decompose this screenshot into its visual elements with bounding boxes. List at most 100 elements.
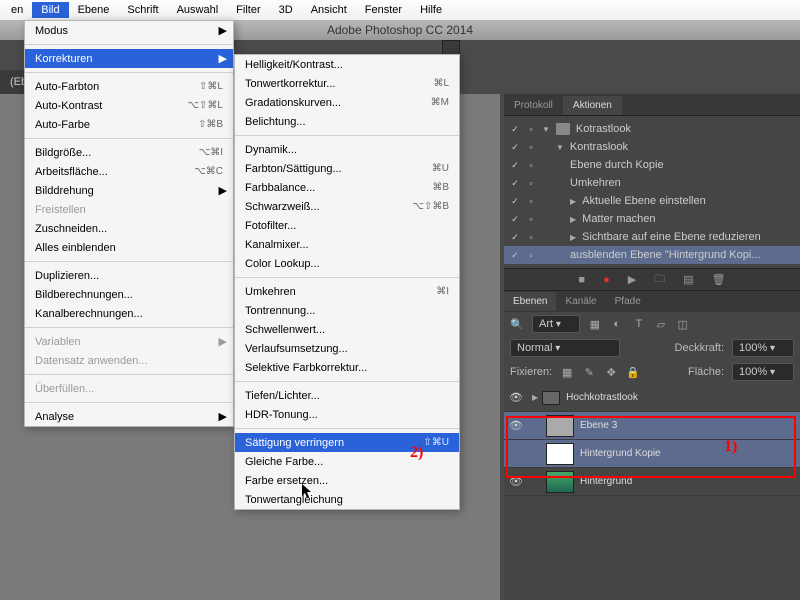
menuitem[interactable]: Kanalberechnungen... xyxy=(25,304,233,323)
actions-buttons[interactable]: ■ ● ▶ 🗀 ▤ 🗑 xyxy=(504,268,800,290)
menuitem[interactable]: Schwarzweiß...⌥⇧⌘B xyxy=(235,197,459,216)
annotation-2: 2) xyxy=(410,444,423,462)
layer-row[interactable]: 👁Hintergrund xyxy=(504,468,800,496)
action-row[interactable]: ✓▫▶Sichtbare auf eine Ebene reduzieren xyxy=(504,228,800,246)
korrekturen-submenu[interactable]: Helligkeit/Kontrast...Tonwertkorrektur..… xyxy=(234,54,460,510)
menuitem[interactable]: Analyse▶ xyxy=(25,407,233,426)
menuitem[interactable]: Alles einblenden xyxy=(25,238,233,257)
filter-smart-icon[interactable]: ◫ xyxy=(676,317,690,331)
menuitem[interactable]: Bildberechnungen... xyxy=(25,285,233,304)
menuitem[interactable]: Umkehren⌘I xyxy=(235,282,459,301)
action-row[interactable]: ✓▫▼Kotrastlook xyxy=(504,120,800,138)
filter-type-select[interactable]: Art ▾ xyxy=(532,315,580,333)
menuitem[interactable]: Farbbalance...⌘B xyxy=(235,178,459,197)
play-icon[interactable]: ▶ xyxy=(628,273,636,286)
layer-filter-row[interactable]: 🔍 Art ▾ ▦ ◐ T ▱ ◫ xyxy=(504,312,800,336)
layer-row[interactable]: Hintergrund Kopie xyxy=(504,440,800,468)
menuitem[interactable]: Gleiche Farbe... xyxy=(235,452,459,471)
menuitem[interactable]: Korrekturen▶ xyxy=(25,49,233,68)
menu-ebene[interactable]: Ebene xyxy=(69,2,119,18)
menu-auswahl[interactable]: Auswahl xyxy=(168,2,228,18)
action-row[interactable]: ✓▫▶Matter machen xyxy=(504,210,800,228)
menuitem[interactable]: Auto-Kontrast⌥⇧⌘L xyxy=(25,96,233,115)
new-set-icon[interactable]: 🗀 xyxy=(654,270,665,289)
menu-hilfe[interactable]: Hilfe xyxy=(411,2,451,18)
menu-ansicht[interactable]: Ansicht xyxy=(302,2,356,18)
trash-icon[interactable]: 🗑 xyxy=(712,273,726,286)
actions-list[interactable]: ✓▫▼Kotrastlook✓▫▼Kontraslook✓▫Ebene durc… xyxy=(504,116,800,268)
lock-all-icon[interactable]: 🔒 xyxy=(626,365,640,379)
menuitem[interactable]: Auto-Farbton⇧⌘L xyxy=(25,77,233,96)
stop-icon[interactable]: ■ xyxy=(578,274,585,286)
menuitem[interactable]: Zuschneiden... xyxy=(25,219,233,238)
menuitem[interactable]: Selektive Farbkorrektur... xyxy=(235,358,459,377)
menuitem[interactable]: Farbton/Sättigung...⌘U xyxy=(235,159,459,178)
menu-en[interactable]: en xyxy=(2,2,32,18)
menuitem[interactable]: Fotofilter... xyxy=(235,216,459,235)
blend-mode-select[interactable]: Normal ▾ xyxy=(510,339,620,357)
layer-row[interactable]: 👁▶Hochkotrastlook xyxy=(504,384,800,412)
action-row[interactable]: ✓▫Umkehren xyxy=(504,174,800,192)
action-row[interactable]: ✓▫▶Aktuelle Ebene einstellen xyxy=(504,192,800,210)
new-action-icon[interactable]: ▤ xyxy=(683,273,693,286)
layer-row[interactable]: 👁Ebene 3 xyxy=(504,412,800,440)
lock-label: Fixieren: xyxy=(510,366,552,378)
menuitem[interactable]: Gradationskurven...⌘M xyxy=(235,93,459,112)
tab-history[interactable]: Protokoll xyxy=(504,96,563,115)
menuitem[interactable]: Helligkeit/Kontrast... xyxy=(235,55,459,74)
menuitem[interactable]: Belichtung... xyxy=(235,112,459,131)
action-row[interactable]: ✓▫Ebene durch Kopie xyxy=(504,156,800,174)
menuitem[interactable]: Modus▶ xyxy=(25,21,233,40)
menuitem[interactable]: Tonwertangleichung xyxy=(235,490,459,509)
menu-fenster[interactable]: Fenster xyxy=(356,2,411,18)
bild-menu[interactable]: Modus▶ Korrekturen▶ Auto-Farbton⇧⌘LAuto-Ko… xyxy=(24,20,234,427)
menuitem[interactable]: Auto-Farbe⇧⌘B xyxy=(25,115,233,134)
menuitem[interactable]: Schwellenwert... xyxy=(235,320,459,339)
filter-type-icon[interactable]: T xyxy=(632,317,646,331)
menuitem[interactable]: Sättigung verringern⇧⌘U xyxy=(235,433,459,452)
menuitem[interactable]: Verlaufsumsetzung... xyxy=(235,339,459,358)
tab-paths[interactable]: Pfade xyxy=(606,292,650,311)
menuitem[interactable]: HDR-Tonung... xyxy=(235,405,459,424)
menuitem[interactable]: Kanalmixer... xyxy=(235,235,459,254)
visibility-icon[interactable]: 👁 xyxy=(504,391,528,404)
tab-layers[interactable]: Ebenen xyxy=(504,292,556,311)
menu-filter[interactable]: Filter xyxy=(227,2,269,18)
menuitem[interactable]: Bildgröße...⌥⌘I xyxy=(25,143,233,162)
opacity-field[interactable]: 100% ▾ xyxy=(732,339,794,357)
layer-list[interactable]: 👁▶Hochkotrastlook👁Ebene 3Hintergrund Kop… xyxy=(504,384,800,496)
menuitem: Variablen▶ xyxy=(25,332,233,351)
menuitem[interactable]: Farbe ersetzen... xyxy=(235,471,459,490)
visibility-icon[interactable]: 👁 xyxy=(504,419,528,432)
menuitem[interactable]: Arbeitsfläche...⌥⌘C xyxy=(25,162,233,181)
menu-3d[interactable]: 3D xyxy=(270,2,302,18)
menubar[interactable]: enBildEbeneSchriftAuswahlFilter3DAnsicht… xyxy=(0,0,800,20)
filter-pixel-icon[interactable]: ▦ xyxy=(588,317,602,331)
menuitem[interactable]: Duplizieren... xyxy=(25,266,233,285)
menuitem[interactable]: Dynamik... xyxy=(235,140,459,159)
lock-move-icon[interactable]: ✥ xyxy=(604,365,618,379)
menuitem[interactable]: Tontrennung... xyxy=(235,301,459,320)
layers-tabs[interactable]: Ebenen Kanäle Pfade xyxy=(504,290,800,312)
lock-brush-icon[interactable]: ✎ xyxy=(582,365,596,379)
menuitem[interactable]: Bilddrehung▶ xyxy=(25,181,233,200)
menuitem[interactable]: Color Lookup... xyxy=(235,254,459,273)
tab-actions[interactable]: Aktionen xyxy=(563,96,622,115)
menuitem[interactable]: Tiefen/Lichter... xyxy=(235,386,459,405)
lock-row[interactable]: Fixieren: ▦ ✎ ✥ 🔒 Fläche: 100% ▾ xyxy=(504,360,800,384)
menu-bild[interactable]: Bild xyxy=(32,2,68,18)
action-row[interactable]: ✓▫▼Kontraslook xyxy=(504,138,800,156)
filter-adjust-icon[interactable]: ◐ xyxy=(610,317,624,331)
menu-schrift[interactable]: Schrift xyxy=(118,2,167,18)
blend-row[interactable]: Normal ▾ Deckkraft: 100% ▾ xyxy=(504,336,800,360)
history-actions-tabs[interactable]: Protokoll Aktionen xyxy=(504,94,800,116)
record-icon[interactable]: ● xyxy=(603,274,610,286)
tab-channels[interactable]: Kanäle xyxy=(556,292,605,311)
menuitem[interactable]: Tonwertkorrektur...⌘L xyxy=(235,74,459,93)
filter-shape-icon[interactable]: ▱ xyxy=(654,317,668,331)
lock-pixels-icon[interactable]: ▦ xyxy=(560,365,574,379)
action-row[interactable]: ✓▫ausblenden Ebene "Hintergrund Kopi... xyxy=(504,246,800,264)
fill-field[interactable]: 100% ▾ xyxy=(732,363,794,381)
visibility-icon[interactable]: 👁 xyxy=(504,475,528,488)
panels: Protokoll Aktionen ✓▫▼Kotrastlook✓▫▼Kont… xyxy=(504,94,800,600)
